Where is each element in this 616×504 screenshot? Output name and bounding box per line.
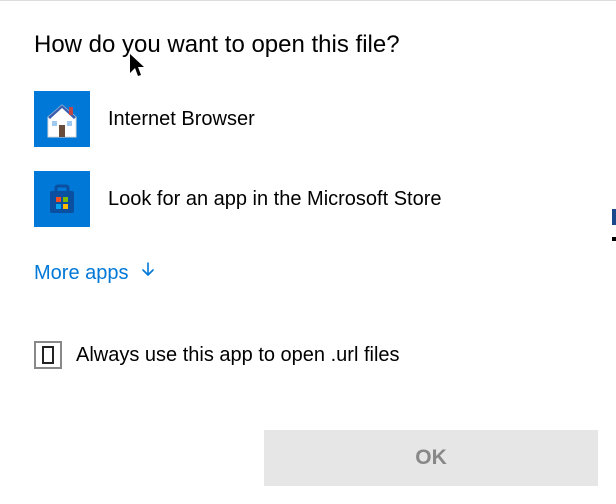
always-use-checkbox[interactable] [34,341,62,369]
app-option-internet-browser[interactable]: Internet Browser [34,83,582,155]
dialog-footer: OK [264,430,598,486]
dialog-title: How do you want to open this file? [0,1,616,83]
always-use-row: Always use this app to open .url files [0,341,616,369]
more-apps-link[interactable]: More apps [0,243,191,285]
more-apps-label: More apps [34,262,129,285]
always-use-label: Always use this app to open .url files [76,344,400,367]
app-list: Internet Browser Look for an app in the … [0,83,616,235]
ok-button[interactable]: OK [264,430,598,486]
chevron-down-icon [139,261,157,285]
open-with-dialog: How do you want to open this file? Inter… [0,0,616,504]
app-option-microsoft-store[interactable]: Look for an app in the Microsoft Store [34,163,582,235]
app-label: Internet Browser [108,108,255,131]
app-label: Look for an app in the Microsoft Store [108,188,442,211]
window-edge-fragment [612,209,616,225]
browser-icon [34,91,90,147]
window-edge-fragment [612,237,616,241]
store-icon [34,171,90,227]
